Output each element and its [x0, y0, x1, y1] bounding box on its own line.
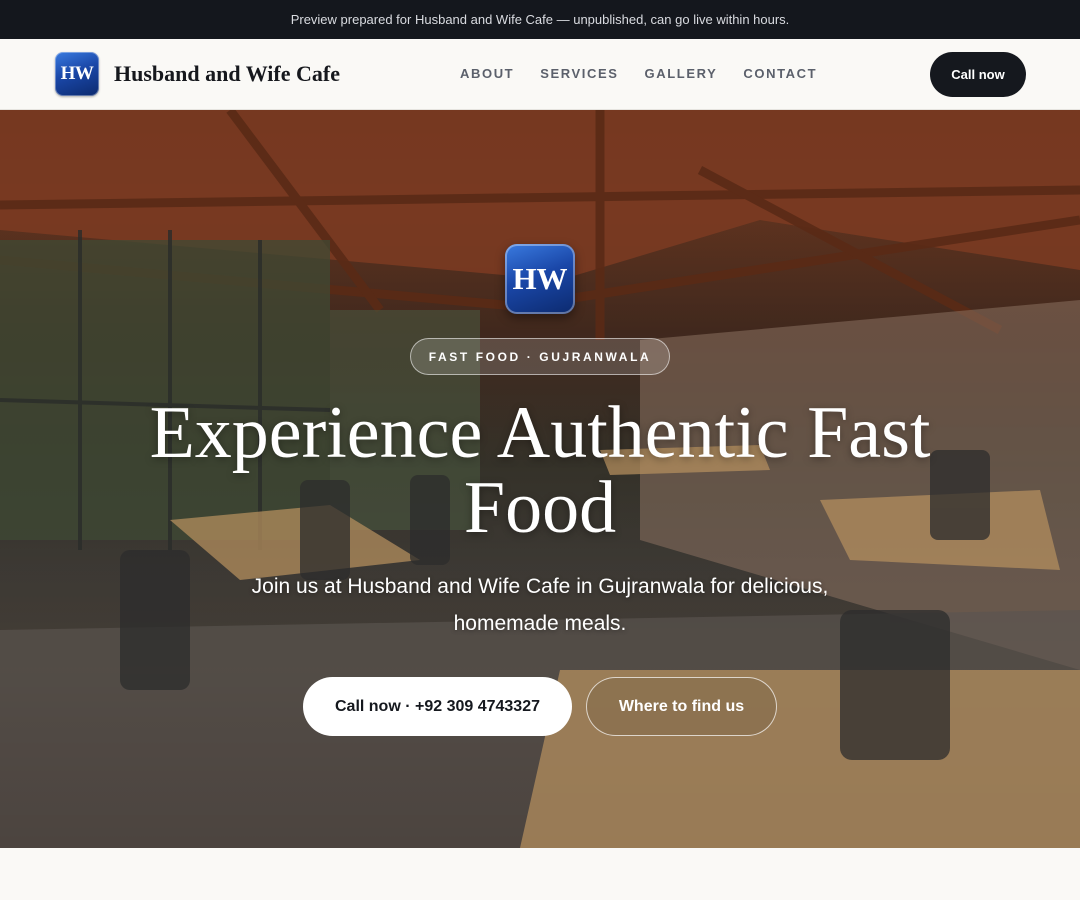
hero-logo: HW — [505, 244, 575, 314]
preview-banner-text: Preview prepared for Husband and Wife Ca… — [290, 12, 790, 27]
nav-gallery[interactable]: GALLERY — [645, 66, 718, 81]
nav-services[interactable]: SERVICES — [540, 66, 618, 81]
hero-find-us-button[interactable]: Where to find us — [586, 677, 777, 736]
hero-headline: Experience Authentic Fast Food — [149, 392, 931, 549]
hero-call-button[interactable]: Call now · +92 309 4743327 — [303, 677, 572, 736]
nav-contact[interactable]: CONTACT — [743, 66, 817, 81]
hero-subheadline: Join us at Husband and Wife Cafe in Gujr… — [251, 575, 829, 635]
brand-name[interactable]: Husband and Wife Cafe — [114, 61, 340, 87]
header-call-button[interactable]: Call now — [930, 52, 1026, 97]
hero-section: HW FAST FOOD · GUJRANWALA Experience Aut… — [0, 110, 1080, 848]
hero-category-tag: FAST FOOD · GUJRANWALA — [410, 338, 670, 375]
brand-logo[interactable]: HW — [55, 52, 99, 96]
main-nav: ABOUT SERVICES GALLERY CONTACT — [460, 66, 817, 81]
nav-about[interactable]: ABOUT — [460, 66, 514, 81]
preview-banner: Preview prepared for Husband and Wife Ca… — [0, 0, 1080, 39]
site-header: HW Husband and Wife Cafe ABOUT SERVICES … — [0, 39, 1080, 110]
